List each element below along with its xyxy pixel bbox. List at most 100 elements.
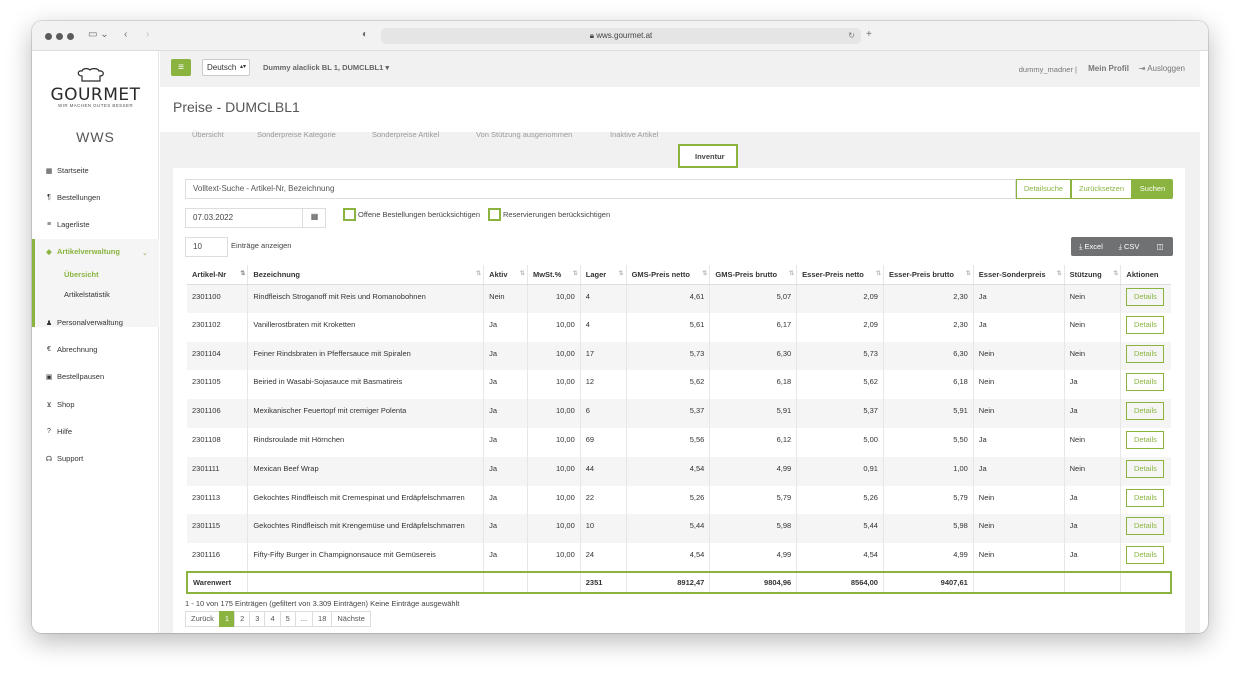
table-cell: 0,91 — [796, 456, 884, 486]
details-button[interactable]: Details — [1126, 517, 1165, 536]
pagination-page[interactable]: 3 — [249, 611, 266, 627]
sidebar-item-shop[interactable]: ⊻ Shop — [45, 400, 74, 409]
table-cell: Nein — [973, 485, 1065, 515]
col-bezeichnung[interactable]: Bezeichnung ⇅ — [247, 265, 485, 285]
sidebar-item-support[interactable]: ☊ Support — [45, 454, 83, 463]
shield-icon[interactable]: ◐ — [362, 29, 368, 41]
window-controls[interactable] — [45, 33, 74, 40]
details-button[interactable]: Details — [1126, 546, 1165, 565]
col-stuetzung[interactable]: Stützung ⇅ — [1064, 265, 1122, 285]
search-button[interactable]: Suchen — [1132, 179, 1173, 199]
total-cell: 8912,47 — [626, 570, 711, 594]
menu-toggle-button[interactable]: ≡ — [171, 59, 191, 76]
col-mwst[interactable]: MwSt.% ⇅ — [527, 265, 581, 285]
profile-link[interactable]: Mein Profil — [1088, 64, 1129, 73]
col-artikel-nr[interactable]: Artikel-Nr ⇅ — [187, 265, 249, 285]
columns-toggle-button[interactable]: ◫ — [1147, 237, 1173, 256]
back-icon[interactable]: ‹ — [124, 29, 127, 41]
col-lager[interactable]: Lager ⇅ — [580, 265, 627, 285]
tab-inaktive-artikel[interactable]: Inaktive Artikel — [610, 130, 658, 139]
col-gms-preis-netto[interactable]: GMS-Preis netto ⇅ — [626, 265, 711, 285]
sort-icon: ⇅ — [618, 271, 624, 277]
details-button[interactable]: Details — [1126, 488, 1165, 507]
details-button[interactable]: Details — [1126, 459, 1165, 478]
table-cell: Gekochtes Rindfleisch mit Krengemüse und… — [247, 514, 485, 544]
address-bar[interactable]: 🔒︎ wws.gourmet.at ↻ — [381, 28, 861, 44]
col-esser-preis-netto[interactable]: Esser-Preis netto ⇅ — [796, 265, 884, 285]
detail-search-button[interactable]: Detailsuche — [1016, 179, 1071, 199]
pagination-page[interactable]: 2 — [234, 611, 251, 627]
sidebar-item-personalverwaltung[interactable]: ♟ Personalverwaltung — [45, 318, 123, 327]
table-cell: Vanillerostbraten mit Kroketten — [247, 312, 485, 342]
tab-uebersicht[interactable]: Übersicht — [192, 130, 224, 139]
sidebar-item-lagerliste[interactable]: ≡ Lagerliste — [45, 220, 90, 229]
details-button[interactable]: Details — [1126, 373, 1165, 392]
csv-export-button[interactable]: ⤓ CSV — [1111, 237, 1147, 256]
open-orders-checkbox[interactable] — [343, 208, 356, 221]
brand-logo[interactable]: GOURMET — [32, 85, 159, 105]
col-esser-sonderpreis[interactable]: Esser-Sonderpreis ⇅ — [973, 265, 1065, 285]
sidebar-item-startseite[interactable]: ▦ Startseite — [45, 166, 89, 175]
logout-link[interactable]: ⇥ Ausloggen — [1139, 64, 1185, 73]
reservations-checkbox[interactable] — [488, 208, 501, 221]
col-aktiv[interactable]: Aktiv ⇅ — [483, 265, 528, 285]
details-button[interactable]: Details — [1126, 287, 1165, 306]
sidebar-item-label: Bestellungen — [57, 193, 101, 202]
zoom-window-dot[interactable] — [67, 33, 74, 40]
headset-icon: ☊ — [45, 455, 53, 463]
chevron-down-icon[interactable]: ⌄ — [142, 249, 148, 257]
sort-icon: ⇅ — [875, 271, 881, 277]
forward-icon[interactable]: › — [146, 29, 149, 41]
tab-inventur[interactable]: Inventur — [695, 152, 725, 161]
total-cell — [483, 570, 528, 594]
col-esser-preis-brutto[interactable]: Esser-Preis brutto ⇅ — [883, 265, 974, 285]
details-button[interactable]: Details — [1126, 344, 1165, 363]
new-tab-icon[interactable]: + — [866, 29, 872, 41]
tab-von-stuetzung-ausgenommen[interactable]: Von Stützung ausgenommen — [476, 130, 572, 139]
table-cell: 5,91 — [883, 399, 974, 428]
table-body: 2301100 Rindfleisch Stroganoff mit Reis u… — [186, 284, 1173, 594]
sidebar-subitem-artikelstatistik[interactable]: Artikelstatistik — [64, 290, 110, 299]
client-dropdown[interactable]: Dummy alaclick BL 1, DUMCLBL1 ▾ — [263, 63, 389, 72]
table-row: 2301106 Mexikanischer Feuertopf mit cremi… — [187, 399, 1171, 428]
language-select[interactable]: Deutsch ▴▾ — [202, 59, 250, 76]
pagination-page[interactable]: 5 — [279, 611, 296, 627]
col-gms-preis-brutto[interactable]: GMS-Preis brutto ⇅ — [709, 265, 798, 285]
table-cell: 4 — [580, 284, 627, 313]
sidebar-item-bestellungen[interactable]: ¶ Bestellungen — [45, 193, 100, 202]
table-cell: Rindfleisch Stroganoff mit Reis und Roma… — [247, 284, 485, 313]
tab-sonderpreise-artikel[interactable]: Sonderpreise Artikel — [372, 130, 439, 139]
pagination-page[interactable]: 1 — [218, 611, 236, 627]
excel-export-button[interactable]: ⤓ Excel — [1071, 237, 1111, 256]
sidebar-item-hilfe[interactable]: ? Hilfe — [45, 427, 72, 436]
table-cell: 10,00 — [527, 370, 581, 400]
minimize-window-dot[interactable] — [56, 33, 63, 40]
top-bar: ≡ Deutsch ▴▾ Dummy alaclick BL 1, DUMCLB… — [160, 51, 1200, 87]
close-window-dot[interactable] — [45, 33, 52, 40]
pagination-page[interactable]: 4 — [264, 611, 281, 627]
sidebar-item-abrechnung[interactable]: € Abrechnung — [45, 345, 97, 354]
sidebar-item-bestellpausen[interactable]: ▣ Bestellpausen — [45, 372, 104, 381]
table-cell: 6,12 — [709, 427, 798, 457]
sidebar-item-artikelverwaltung[interactable]: ◆ Artikelverwaltung — [45, 247, 120, 256]
reload-icon[interactable]: ↻ — [848, 28, 855, 44]
details-button[interactable]: Details — [1126, 315, 1165, 334]
table-cell: Nein — [483, 284, 528, 313]
pagination-next[interactable]: Nächste — [331, 611, 371, 627]
sidebar-subitem-uebersicht[interactable]: Übersicht — [64, 270, 99, 279]
sidebar-toggle-icon[interactable]: ▭ ⌄ — [88, 29, 109, 41]
details-button[interactable]: Details — [1126, 430, 1165, 449]
pagination-page[interactable]: 18 — [312, 611, 333, 627]
page-length-select[interactable]: 10 — [185, 237, 228, 257]
details-button[interactable]: Details — [1126, 402, 1165, 421]
pagination-prev[interactable]: Zurück — [185, 611, 220, 627]
table-cell: Gekochtes Rindfleisch mit Cremespinat un… — [247, 485, 485, 515]
search-input[interactable]: Volltext-Suche - Artikel-Nr, Bezeichnung — [185, 179, 1016, 199]
app-name: WWS — [76, 129, 115, 145]
column-header-label: Stützung — [1069, 269, 1102, 279]
tab-sonderpreise-kategorie[interactable]: Sonderpreise Kategorie — [257, 130, 336, 139]
reset-button[interactable]: Zurücksetzen — [1071, 179, 1132, 199]
table-cell-actions: Details — [1121, 370, 1171, 399]
calendar-button[interactable]: ▦ — [302, 208, 326, 228]
table-cell: Beiried in Wasabi-Sojasauce mit Basmatir… — [247, 370, 485, 400]
